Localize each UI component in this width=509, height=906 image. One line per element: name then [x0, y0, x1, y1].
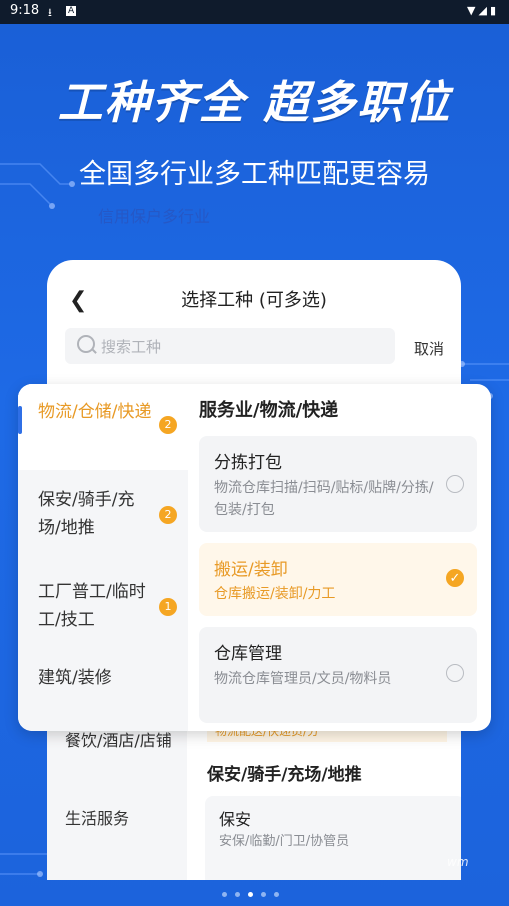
background-section-title: 保安/骑手/充场/地推 [207, 765, 362, 785]
page-dot [222, 892, 227, 897]
category-label: 物流/仓储/快递 [38, 402, 152, 422]
page-dot [274, 892, 279, 897]
job-desc: 仓库搬运/装卸/力工 [214, 586, 336, 602]
job-desc: 物流仓库管理员/文员/物料员 [214, 671, 392, 687]
page-dot [261, 892, 266, 897]
promo-subline: 全国多行业多工种匹配更容易 [79, 159, 430, 190]
screen-title: 选择工种 (可多选) [181, 290, 327, 311]
category-construction[interactable]: 建筑/装修 [18, 654, 188, 714]
download-icon: ⭳ [48, 6, 52, 19]
category-list: 物流/仓储/快递 2 保安/骑手/充场/地推 2 工厂普工/临时工/技工 1 建… [18, 384, 188, 731]
app-icon: A [66, 6, 77, 16]
search-input[interactable]: 搜索工种 [65, 328, 395, 364]
job-option-warehouse[interactable]: 仓库管理 物流仓库管理员/文员/物料员 [199, 627, 477, 723]
count-badge: 2 [159, 416, 177, 434]
battery-icon: ▮ [489, 4, 499, 17]
job-desc: 安保/临勤/门卫/协管员 [219, 834, 350, 849]
cancel-button[interactable]: 取消 [414, 338, 444, 359]
category-label: 建筑/装修 [38, 668, 112, 688]
category-label: 工厂普工/临时工/技工 [38, 582, 146, 630]
search-placeholder: 搜索工种 [101, 338, 162, 356]
count-badge: 2 [159, 506, 177, 524]
job-option-sorting[interactable]: 分拣打包 物流仓库扫描/扫码/贴标/贴牌/分拣/包装/打包 [199, 436, 477, 532]
status-time: 9:18 [10, 3, 40, 18]
background-category-list: 餐饮/酒店/店铺 生活服务 [47, 722, 187, 880]
faint-caption: 信用保户多行业 [98, 207, 211, 226]
active-indicator [18, 406, 22, 434]
search-icon [77, 335, 95, 353]
job-option-loading[interactable]: 搬运/装卸 仓库搬运/装卸/力工 ✓ [199, 543, 477, 616]
unchecked-radio-icon[interactable] [446, 664, 464, 682]
job-name: 仓库管理 [214, 644, 282, 664]
category-item[interactable]: 餐饮/酒店/店铺 [65, 728, 175, 754]
category-item[interactable]: 生活服务 [65, 806, 175, 832]
page-dot [235, 892, 240, 897]
watermark-logo: wm [447, 855, 469, 869]
job-category-popup: 物流/仓储/快递 2 保安/骑手/充场/地推 2 工厂普工/临时工/技工 1 建… [18, 384, 491, 731]
job-name: 保安 [219, 810, 252, 829]
category-security[interactable]: 保安/骑手/充场/地推 2 [18, 470, 188, 562]
promo-headline: 工种齐全 超多职位 [57, 76, 452, 129]
section-title: 服务业/物流/快递 [199, 400, 339, 421]
category-factory[interactable]: 工厂普工/临时工/技工 1 [18, 562, 188, 654]
job-desc: 物流仓库扫描/扫码/贴标/贴牌/分拣/包装/打包 [214, 480, 434, 518]
checked-radio-icon[interactable]: ✓ [446, 569, 464, 587]
job-name: 搬运/装卸 [214, 560, 288, 580]
status-bar: 9:18 ⭳ A ▼◢▮ [0, 0, 509, 24]
page-dot-active [248, 892, 253, 897]
wifi-icon: ▼ [467, 4, 479, 17]
category-label: 保安/骑手/充场/地推 [38, 490, 135, 538]
job-name: 分拣打包 [214, 453, 282, 473]
background-job-card[interactable]: 保安 安保/临勤/门卫/协管员 [205, 796, 461, 880]
count-badge: 1 [159, 598, 177, 616]
page-indicator [222, 882, 287, 901]
unchecked-radio-icon[interactable] [446, 475, 464, 493]
category-logistics[interactable]: 物流/仓储/快递 2 [18, 384, 188, 470]
signal-icon: ◢ [478, 4, 490, 17]
